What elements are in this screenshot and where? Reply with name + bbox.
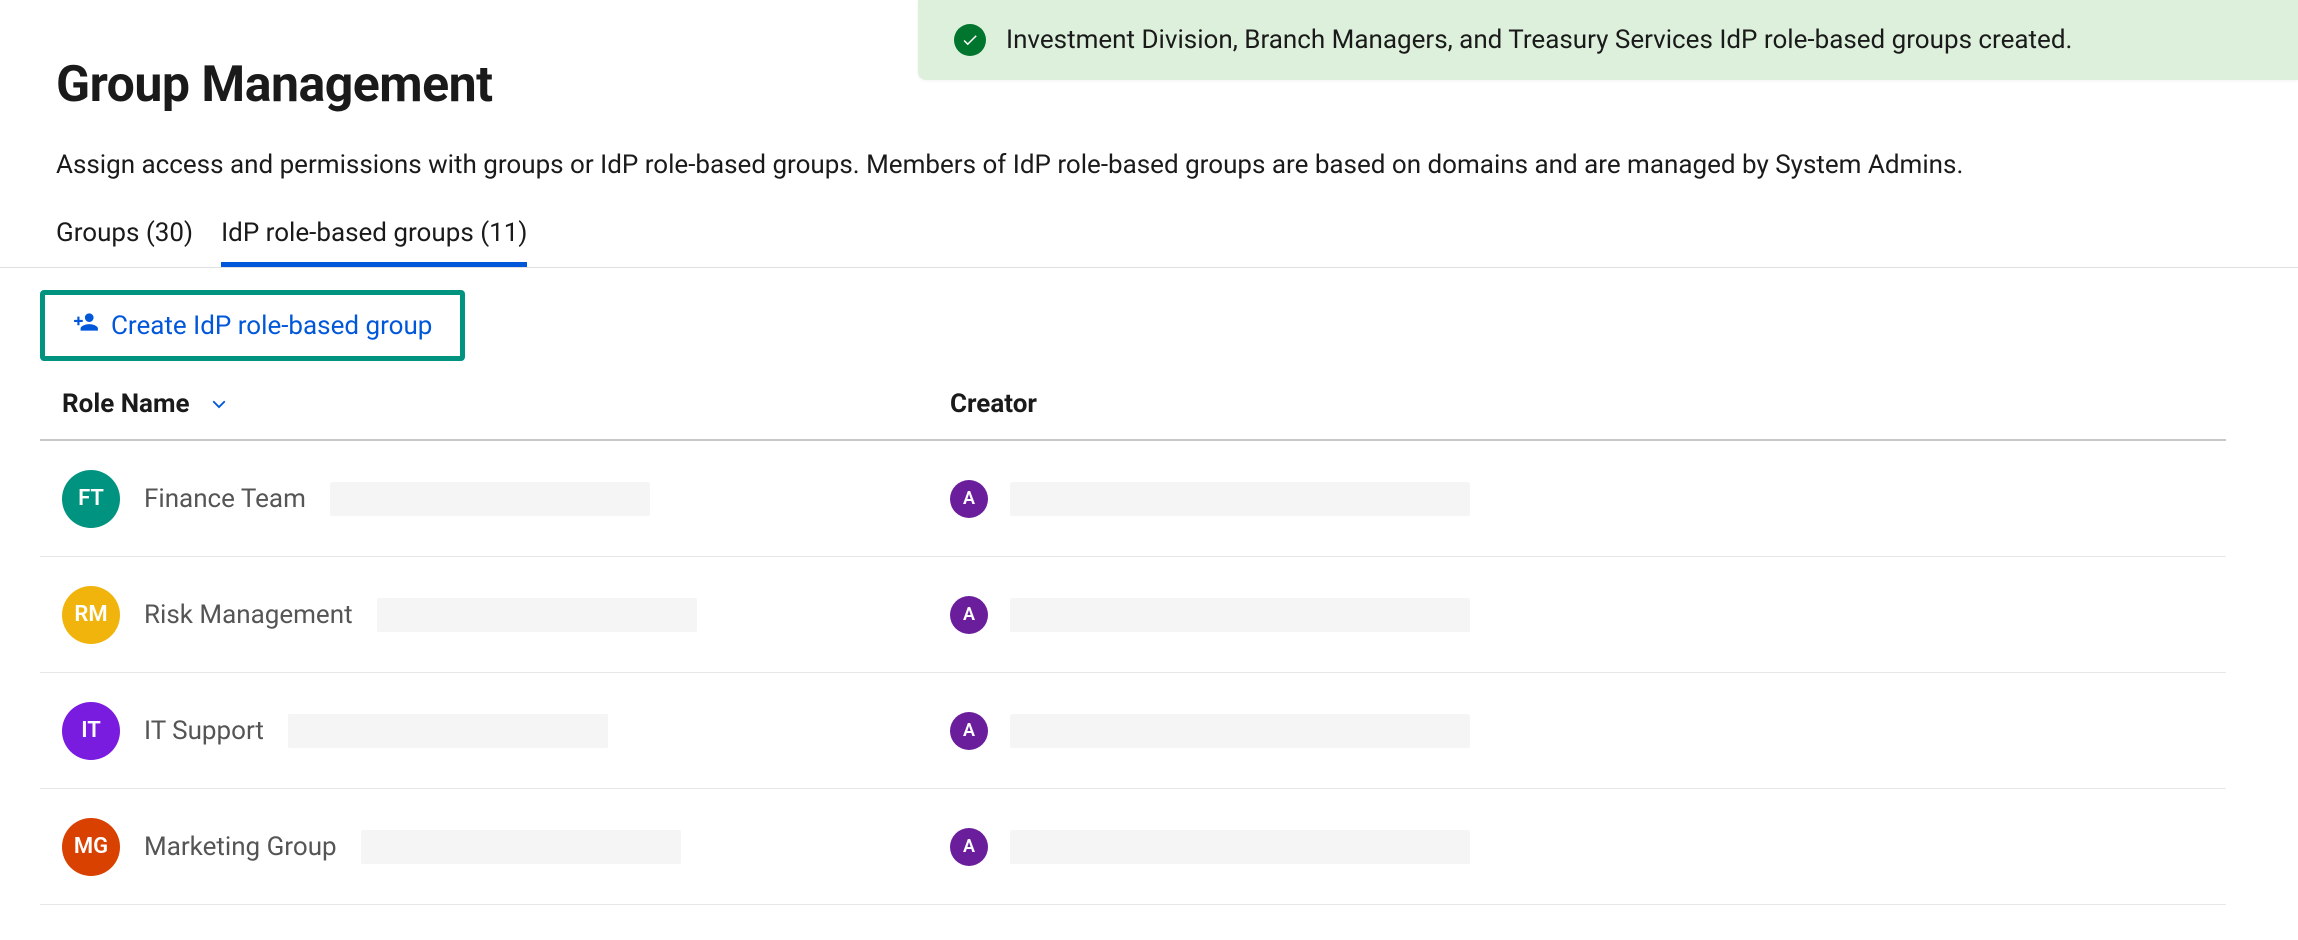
- redacted-text: [288, 714, 608, 748]
- cell-creator: A: [950, 712, 2210, 750]
- column-header-creator[interactable]: Creator: [950, 389, 2210, 419]
- avatar: MG: [62, 818, 120, 876]
- redacted-text: [330, 482, 650, 516]
- role-name: Risk Management: [144, 600, 353, 630]
- table-row[interactable]: IT IT Support A: [40, 673, 2226, 789]
- table-row[interactable]: MG Marketing Group A: [40, 789, 2226, 905]
- page-subtitle: Assign access and permissions with group…: [56, 150, 2242, 180]
- cell-role: FT Finance Team: [62, 470, 950, 528]
- redacted-text: [1010, 482, 1470, 516]
- cell-creator: A: [950, 828, 2210, 866]
- checkmark-icon: [954, 24, 986, 56]
- groups-table: Role Name Creator FT Finance Team A RM Risk …: [40, 389, 2226, 905]
- redacted-text: [1010, 830, 1470, 864]
- role-name: Finance Team: [144, 484, 306, 514]
- avatar: A: [950, 828, 988, 866]
- cell-role: RM Risk Management: [62, 586, 950, 644]
- role-name: IT Support: [144, 716, 264, 746]
- avatar: IT: [62, 702, 120, 760]
- cell-role: IT IT Support: [62, 702, 950, 760]
- role-name: Marketing Group: [144, 832, 337, 862]
- cell-creator: A: [950, 596, 2210, 634]
- avatar: A: [950, 712, 988, 750]
- create-idp-group-button[interactable]: Create IdP role-based group: [73, 309, 432, 342]
- toast-message: Investment Division, Branch Managers, an…: [1006, 25, 2072, 55]
- avatar: A: [950, 596, 988, 634]
- success-toast: Investment Division, Branch Managers, an…: [918, 0, 2298, 80]
- redacted-text: [1010, 714, 1470, 748]
- cell-creator: A: [950, 480, 2210, 518]
- tab-bar: Groups (30) IdP role-based groups (11): [0, 218, 2298, 268]
- table-row[interactable]: FT Finance Team A: [40, 441, 2226, 557]
- highlighted-create-button-frame: Create IdP role-based group: [40, 290, 465, 361]
- tab-idp-role-based-groups[interactable]: IdP role-based groups (11): [221, 218, 527, 267]
- create-button-label: Create IdP role-based group: [111, 311, 432, 341]
- avatar: RM: [62, 586, 120, 644]
- avatar: A: [950, 480, 988, 518]
- redacted-text: [361, 830, 681, 864]
- column-header-role[interactable]: Role Name: [62, 389, 950, 419]
- sort-descending-icon: [208, 389, 230, 419]
- redacted-text: [1010, 598, 1470, 632]
- avatar: FT: [62, 470, 120, 528]
- table-header: Role Name Creator: [40, 389, 2226, 441]
- add-user-icon: [73, 309, 99, 342]
- tab-groups[interactable]: Groups (30): [56, 218, 193, 267]
- cell-role: MG Marketing Group: [62, 818, 950, 876]
- table-row[interactable]: RM Risk Management A: [40, 557, 2226, 673]
- redacted-text: [377, 598, 697, 632]
